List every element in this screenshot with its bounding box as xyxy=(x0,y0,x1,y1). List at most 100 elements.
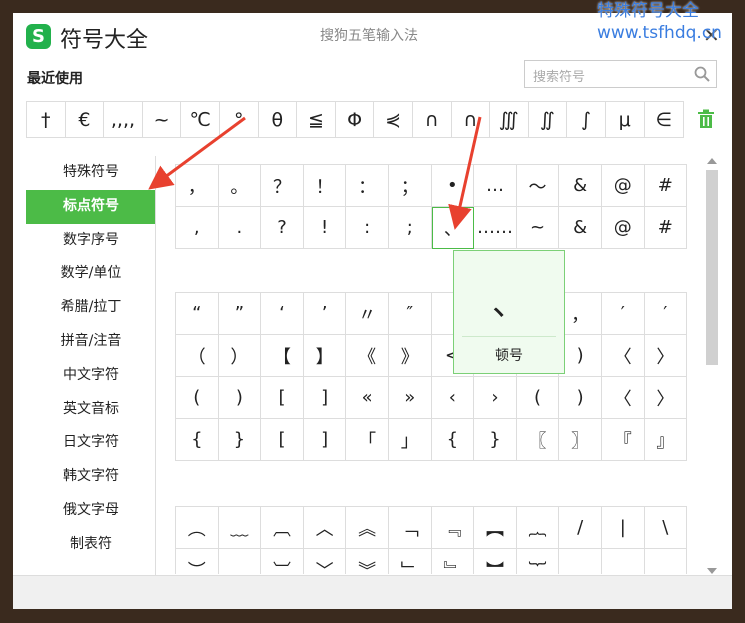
symbol-cell[interactable]: 『 xyxy=(601,419,645,461)
symbol-cell[interactable]: ︶ xyxy=(176,549,219,574)
sidebar-item[interactable]: 数学/单位 xyxy=(26,257,156,291)
sidebar-item[interactable]: 拼音/注音 xyxy=(26,325,156,359)
symbol-cell[interactable]: • xyxy=(431,165,475,207)
symbol-cell[interactable]: 〉 xyxy=(644,335,687,377)
symbol-cell[interactable]: 」 xyxy=(388,419,432,461)
symbol-cell[interactable]: ′ xyxy=(644,293,687,335)
recent-symbol[interactable]: Φ xyxy=(336,102,375,137)
recent-symbol[interactable]: € xyxy=(66,102,105,137)
symbol-cell[interactable]: ; xyxy=(388,207,432,249)
sidebar-item[interactable]: 制表符 xyxy=(26,528,156,562)
symbol-cell[interactable]: ︵ xyxy=(176,507,219,549)
symbol-cell[interactable]: 》 xyxy=(388,335,432,377)
symbol-cell[interactable]: ﹂ xyxy=(389,549,432,574)
symbol-cell[interactable]: ︺ xyxy=(261,549,304,574)
symbol-cell[interactable]: ) xyxy=(559,335,602,377)
symbol-cell[interactable]: ‹ xyxy=(431,377,475,419)
symbol-cell[interactable]: ） xyxy=(218,335,262,377)
sidebar-item[interactable]: 中文字符 xyxy=(26,359,156,393)
scroll-thumb[interactable] xyxy=(706,170,718,365)
symbol-cell[interactable]: ， xyxy=(176,165,219,207)
symbol-cell[interactable]: [ xyxy=(261,377,304,419)
recent-symbol[interactable]: ∩ xyxy=(413,102,452,137)
symbol-cell[interactable]: 〗 xyxy=(559,419,602,461)
symbol-cell[interactable]: ′ xyxy=(601,293,645,335)
symbol-cell[interactable]: ﹀ xyxy=(304,549,347,574)
symbol-cell[interactable]: ] xyxy=(303,377,347,419)
sidebar-item[interactable]: 英文音标 xyxy=(26,393,156,427)
recent-symbol[interactable]: ∭ xyxy=(490,102,529,137)
symbol-cell[interactable] xyxy=(645,549,687,574)
recent-symbol[interactable]: ~ xyxy=(143,102,182,137)
symbol-cell[interactable]: ︼ xyxy=(474,549,517,574)
symbol-cell[interactable]: ︻ xyxy=(474,507,517,549)
trash-icon[interactable] xyxy=(697,109,715,129)
symbol-cell[interactable]: …… xyxy=(474,207,517,249)
symbol-cell[interactable]: 【 xyxy=(261,335,304,377)
symbol-cell[interactable]: . xyxy=(218,207,262,249)
symbol-cell[interactable]: ) xyxy=(559,377,602,419)
sidebar-item[interactable]: 俄文字母 xyxy=(26,494,156,528)
symbol-cell[interactable]: ) xyxy=(218,377,262,419)
symbol-cell[interactable]: “ xyxy=(176,293,219,335)
recent-symbol[interactable]: ℃ xyxy=(181,102,220,137)
symbol-cell[interactable]: ︹ xyxy=(261,507,304,549)
symbol-cell[interactable] xyxy=(559,549,602,574)
symbol-cell[interactable]: \ xyxy=(644,507,687,549)
search-icon[interactable] xyxy=(694,66,710,82)
symbol-cell[interactable]: ︷ xyxy=(516,507,560,549)
symbol-cell[interactable]: ( xyxy=(516,377,560,419)
sidebar-item[interactable]: 数字序号 xyxy=(26,224,156,258)
symbol-cell[interactable]: ？ xyxy=(261,165,304,207)
sidebar-item[interactable]: 标点符号 xyxy=(26,189,156,224)
sidebar-item[interactable]: 希腊/拉丁 xyxy=(26,291,156,325)
symbol-cell[interactable]: 】 xyxy=(303,335,347,377)
symbol-cell[interactable]: « xyxy=(346,377,389,419)
symbol-cell[interactable]: & xyxy=(559,165,602,207)
symbol-cell[interactable]: ﹄ xyxy=(432,549,475,574)
symbol-cell[interactable]: ﹃ xyxy=(431,507,475,549)
recent-symbol[interactable]: μ xyxy=(606,102,645,137)
symbol-cell[interactable]: ； xyxy=(388,165,432,207)
recent-symbol[interactable]: ,,,, xyxy=(104,102,143,137)
recent-symbol[interactable]: ∬ xyxy=(529,102,568,137)
symbol-cell[interactable]: , xyxy=(176,207,219,249)
symbol-cell[interactable]: 〉 xyxy=(644,377,687,419)
symbol-cell[interactable]: ﹁ xyxy=(388,507,432,549)
symbol-cell[interactable]: 〖 xyxy=(516,419,560,461)
symbol-cell[interactable]: 〃 xyxy=(346,293,389,335)
symbol-cell[interactable]: # xyxy=(644,165,687,207)
symbol-cell[interactable]: } xyxy=(474,419,517,461)
sidebar-item[interactable]: 日文字符 xyxy=(26,426,156,460)
scroll-down-icon[interactable] xyxy=(707,568,717,574)
symbol-cell[interactable]: ～ xyxy=(516,165,560,207)
symbol-cell[interactable]: 』 xyxy=(644,419,687,461)
symbol-cell[interactable]: ] xyxy=(303,419,347,461)
sidebar-item[interactable]: 韩文字符 xyxy=(26,460,156,494)
sidebar-item[interactable]: 特殊符号 xyxy=(26,156,156,190)
recent-symbol[interactable]: † xyxy=(27,102,66,137)
symbol-cell[interactable]: ： xyxy=(346,165,389,207)
symbol-cell[interactable]: » xyxy=(388,377,432,419)
symbol-cell[interactable]: ﹏ xyxy=(219,549,262,574)
symbol-cell[interactable]: # xyxy=(644,207,687,249)
symbol-cell[interactable]: ﹏ xyxy=(218,507,262,549)
symbol-cell[interactable]: / xyxy=(559,507,602,549)
symbol-cell[interactable]: 、 xyxy=(431,207,475,249)
symbol-cell[interactable]: | xyxy=(601,507,645,549)
symbol-cell[interactable]: { xyxy=(431,419,475,461)
symbol-cell[interactable]: ’ xyxy=(303,293,347,335)
symbol-cell[interactable]: ︿ xyxy=(303,507,347,549)
symbol-cell[interactable]: ? xyxy=(261,207,304,249)
symbol-cell[interactable] xyxy=(602,549,645,574)
recent-symbol[interactable]: ≦ xyxy=(297,102,336,137)
symbol-cell[interactable]: 〈 xyxy=(601,377,645,419)
search-input[interactable]: 搜索符号 xyxy=(524,60,717,88)
symbol-cell[interactable]: & xyxy=(559,207,602,249)
symbol-cell[interactable]: ! xyxy=(303,207,347,249)
symbol-cell[interactable]: ‘ xyxy=(261,293,304,335)
symbol-cell[interactable]: : xyxy=(346,207,389,249)
symbol-cell[interactable]: 。 xyxy=(218,165,262,207)
recent-symbol[interactable]: ° xyxy=(220,102,259,137)
symbol-cell[interactable]: 《 xyxy=(346,335,389,377)
